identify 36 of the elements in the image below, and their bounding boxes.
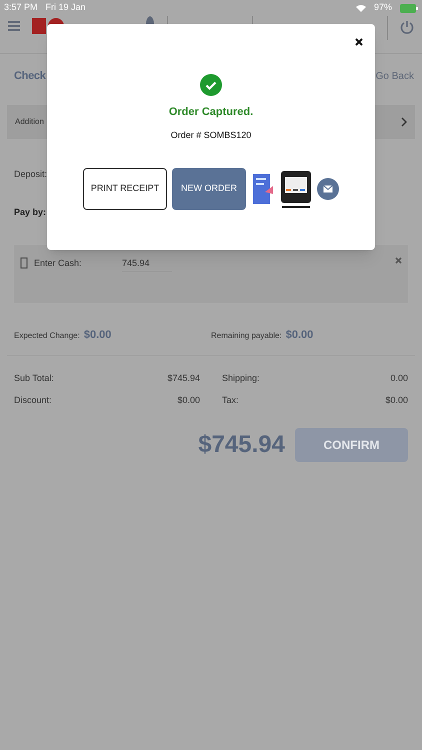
status-date: Fri 19 Jan <box>46 1 86 14</box>
close-icon[interactable] <box>355 38 363 46</box>
expected-change-label: Expected Change: <box>14 330 80 342</box>
total-label: Discount: <box>14 394 52 406</box>
remaining-label: Remaining payable: <box>211 330 282 342</box>
total-label: Tax: <box>222 394 239 406</box>
dialog-title: Order Captured. <box>168 105 254 120</box>
page-title: Check <box>14 68 46 84</box>
deposit-label: Deposit: <box>14 169 48 179</box>
card-terminal-icon[interactable] <box>280 169 312 209</box>
go-back-link[interactable]: Go Back <box>376 68 414 84</box>
email-icon[interactable] <box>317 178 339 200</box>
status-time: 3:57 PM <box>4 1 38 14</box>
new-order-button[interactable]: NEW ORDER <box>172 168 246 210</box>
power-icon[interactable] <box>400 20 414 34</box>
wifi-icon <box>356 4 366 12</box>
remaining-value: $0.00 <box>286 328 314 342</box>
section-title: Addition <box>15 116 44 128</box>
total-value: $0.00 <box>177 394 200 406</box>
chevron-right-icon <box>401 117 407 127</box>
total-value: 0.00 <box>390 372 408 385</box>
total-label: Shipping: <box>222 372 260 385</box>
total-value: $0.00 <box>385 394 408 406</box>
pay-by-label: Pay by: <box>14 207 46 217</box>
print-receipt-button[interactable]: PRINT RECEIPT <box>83 168 167 210</box>
order-number: Order # SOMBS120 <box>170 128 252 142</box>
battery-icon <box>400 4 418 12</box>
cash-input[interactable]: 745.94 <box>122 257 172 272</box>
total-value: $745.94 <box>167 372 200 385</box>
total-label: Sub Total: <box>14 372 54 385</box>
success-check-icon <box>200 74 222 96</box>
cash-label: Enter Cash: <box>34 257 83 270</box>
battery-level: 97% <box>374 1 392 14</box>
expected-change-value: $0.00 <box>84 328 112 342</box>
grand-total: $745.94 <box>198 430 285 460</box>
menu-icon[interactable] <box>8 20 20 32</box>
